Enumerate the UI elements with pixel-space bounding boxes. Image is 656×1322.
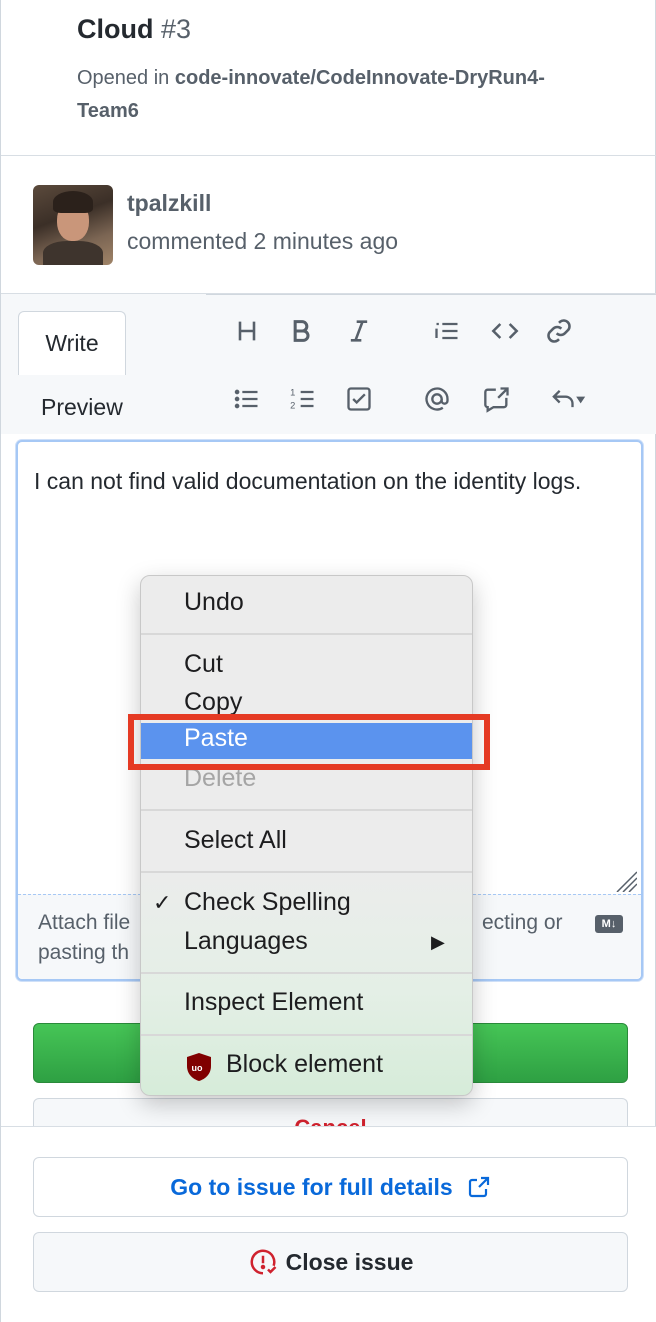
attach-text-line1: Attach file — [38, 911, 131, 934]
issue-side-panel: Cloud #3 Opened in code-innovate/CodeInn… — [0, 0, 656, 1322]
comment-timestamp: commented 2 minutes ago — [127, 228, 399, 254]
ublock-origin-icon: uo — [187, 1053, 211, 1081]
svg-text:uo: uo — [192, 1063, 203, 1073]
issue-header: Cloud #3 Opened in code-innovate/CodeInn… — [1, 0, 656, 156]
author-username[interactable]: tpalzkill — [127, 190, 211, 217]
avatar[interactable] — [33, 185, 113, 265]
tab-preview[interactable]: Preview — [41, 394, 123, 421]
comment-author-row: tpalzkill commented 2 minutes ago — [1, 156, 656, 294]
menu-item-block-element[interactable]: Block element — [226, 1050, 383, 1079]
italic-icon[interactable] — [341, 313, 377, 349]
editor-toolbar-area: Write Preview 12 — [1, 294, 656, 434]
issue-title: Cloud #3 — [77, 14, 191, 45]
submenu-arrow-icon: ▶ — [431, 932, 445, 952]
menu-item-select-all[interactable]: Select All — [184, 826, 287, 855]
mention-icon[interactable] — [419, 381, 455, 417]
undo-icon[interactable] — [541, 381, 597, 417]
menu-item-languages[interactable]: Languages — [184, 927, 308, 956]
svg-text:1: 1 — [290, 388, 295, 398]
context-menu: Undo Cut Copy Paste Delete Select All ✓ … — [140, 575, 473, 1096]
opened-prefix: Opened in — [77, 67, 170, 89]
annotation-highlight-box — [128, 714, 490, 770]
close-issue-button[interactable]: Close issue — [33, 1232, 628, 1292]
menu-item-copy[interactable]: Copy — [184, 688, 242, 717]
link-icon[interactable] — [541, 313, 577, 349]
reference-icon[interactable] — [479, 381, 515, 417]
markdown-icon[interactable]: M↓ — [595, 915, 623, 933]
external-link-icon — [468, 1176, 489, 1198]
heading-icon[interactable] — [229, 313, 265, 349]
issue-closed-icon — [250, 1249, 276, 1275]
menu-item-undo[interactable]: Undo — [184, 588, 244, 617]
menu-item-inspect-element[interactable]: Inspect Element — [184, 988, 363, 1017]
quote-icon[interactable] — [429, 313, 465, 349]
bold-icon[interactable] — [283, 313, 319, 349]
go-to-issue-label: Go to issue for full details — [170, 1173, 453, 1200]
checkmark-icon: ✓ — [153, 890, 172, 915]
issue-number: #3 — [161, 14, 192, 44]
tab-write[interactable]: Write — [18, 311, 126, 375]
svg-text:2: 2 — [290, 400, 295, 410]
task-list-icon[interactable] — [341, 381, 377, 417]
comment-body-text[interactable]: I can not find valid documentation on th… — [34, 460, 624, 502]
close-issue-label: Close issue — [285, 1248, 414, 1275]
ordered-list-icon[interactable]: 12 — [285, 381, 321, 417]
issue-title-text: Cloud — [77, 14, 154, 44]
issue-opened-in: Opened in code-innovate/CodeInnovate-Dry… — [77, 62, 557, 128]
code-icon[interactable] — [487, 313, 523, 349]
bottom-actions: Go to issue for full details Close issue — [1, 1126, 656, 1322]
resize-handle-icon[interactable] — [611, 866, 637, 892]
menu-item-cut[interactable]: Cut — [184, 650, 223, 679]
go-to-issue-button[interactable]: Go to issue for full details — [33, 1157, 628, 1217]
unordered-list-icon[interactable] — [229, 381, 265, 417]
attach-text-line2: pasting th — [38, 941, 130, 964]
attach-text-right: ecting or — [482, 911, 563, 934]
menu-item-check-spelling[interactable]: Check Spelling — [184, 888, 351, 917]
